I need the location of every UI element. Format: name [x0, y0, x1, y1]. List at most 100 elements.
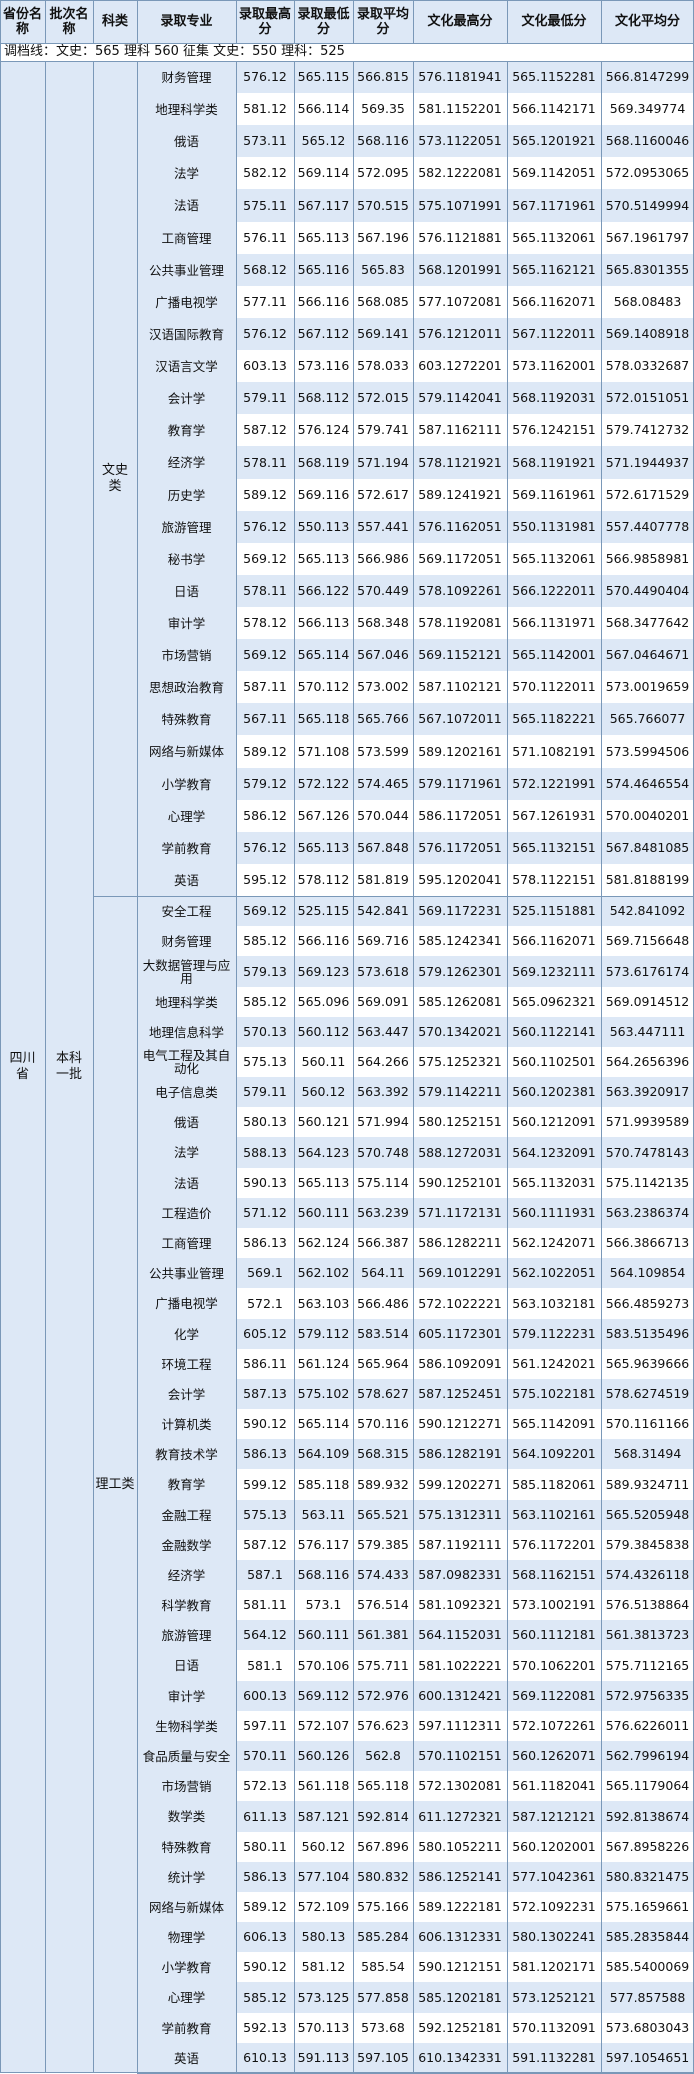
score-cell: 569.1012291 — [413, 1258, 507, 1288]
score-cell: 571.994 — [353, 1107, 413, 1137]
header-col-divider — [235, 0, 237, 43]
score-cell: 563.392 — [353, 1077, 413, 1107]
score-cell: 590.1212151 — [413, 1952, 507, 1982]
major-name-cell: 教育技术学 — [137, 1439, 236, 1469]
score-cell: 525.115 — [294, 896, 353, 926]
score-cell: 565.1201921 — [507, 125, 601, 157]
major-name-cell: 电子信息类 — [137, 1077, 236, 1107]
score-cell: 560.11 — [294, 1047, 353, 1077]
score-cell: 570.044 — [353, 800, 413, 832]
score-cell: 569.0914512 — [601, 987, 694, 1017]
header-col-divider — [352, 0, 354, 43]
score-cell: 579.1122231 — [507, 1319, 601, 1349]
score-cell: 569.1122081 — [507, 1681, 601, 1711]
score-cell: 578.1092261 — [413, 575, 507, 607]
score-cell: 592.13 — [236, 2013, 294, 2043]
score-cell: 570.5149994 — [601, 189, 694, 222]
score-cell: 542.841092 — [601, 896, 694, 926]
score-cell: 557.4407778 — [601, 511, 694, 543]
score-cell: 567.117 — [294, 189, 353, 222]
score-cell: 576.11 — [236, 222, 294, 254]
score-cell: 565.0962321 — [507, 987, 601, 1017]
major-name-cell: 广播电视学 — [137, 286, 236, 318]
score-cell: 578.12 — [236, 607, 294, 639]
col-divider — [352, 61, 354, 2073]
score-cell: 572.122 — [294, 768, 353, 800]
major-name-cell: 科学教育 — [137, 1590, 236, 1620]
score-cell: 563.3920917 — [601, 1077, 694, 1107]
score-cell: 570.748 — [353, 1137, 413, 1168]
score-cell: 581.819 — [353, 864, 413, 896]
score-cell: 560.112 — [294, 1017, 353, 1047]
score-cell: 566.116 — [294, 286, 353, 318]
column-header: 文化最高分 — [413, 0, 507, 43]
score-cell: 568.116 — [353, 125, 413, 157]
score-cell: 569.091 — [353, 987, 413, 1017]
score-cell: 573.6803043 — [601, 2013, 694, 2043]
score-cell: 573.11 — [236, 125, 294, 157]
score-cell: 569.116 — [294, 479, 353, 511]
major-name-cell: 历史学 — [137, 479, 236, 511]
score-cell: 576.12 — [236, 61, 294, 93]
score-cell: 587.1 — [236, 1560, 294, 1590]
score-cell: 576.12 — [236, 832, 294, 864]
major-name-cell: 心理学 — [137, 800, 236, 832]
score-cell: 565.1132031 — [507, 1168, 601, 1198]
score-cell: 589.1241921 — [413, 479, 507, 511]
major-name-cell: 法语 — [137, 1168, 236, 1198]
score-cell: 581.1202171 — [507, 1952, 601, 1982]
score-cell: 577.857588 — [601, 1982, 694, 2013]
score-cell: 572.107 — [294, 1711, 353, 1741]
col-divider — [600, 61, 602, 2073]
score-cell: 567.0464671 — [601, 639, 694, 671]
score-cell: 575.166 — [353, 1892, 413, 1922]
score-cell: 577.1042361 — [507, 1862, 601, 1892]
major-name-cell: 工商管理 — [137, 222, 236, 254]
score-cell: 585.1182061 — [507, 1469, 601, 1500]
admission-score-table: 省份名称 批次名称 科类 录取专业 录取最高分 录取最低分 录取平均分 文化最高分 文化最低分文… — [0, 0, 694, 2074]
score-cell: 597.105 — [353, 2043, 413, 2073]
score-cell: 586.13 — [236, 1228, 294, 1258]
score-cell: 576.1121881 — [413, 222, 507, 254]
score-cell: 585.12 — [236, 1982, 294, 2013]
score-cell: 568.1201991 — [413, 254, 507, 286]
header-col-divider — [136, 0, 138, 43]
score-cell: 575.114 — [353, 1168, 413, 1198]
score-cell: 588.1272031 — [413, 1137, 507, 1168]
score-cell: 592.8138674 — [601, 1801, 694, 1832]
score-cell: 572.1302081 — [413, 1771, 507, 1801]
score-cell: 591.113 — [294, 2043, 353, 2073]
header-divider — [0, 42, 694, 44]
score-cell: 569.123 — [294, 956, 353, 987]
score-cell: 560.1212091 — [507, 1107, 601, 1137]
col-divider — [235, 61, 237, 2073]
score-cell: 577.1072081 — [413, 286, 507, 318]
score-cell: 572.617 — [353, 479, 413, 511]
score-cell: 562.7996194 — [601, 1741, 694, 1771]
major-name-cell: 小学教育 — [137, 1952, 236, 1982]
score-cell: 569.1232111 — [507, 956, 601, 987]
note-divider — [0, 60, 694, 62]
score-cell: 567.8481085 — [601, 832, 694, 864]
score-cell: 571.108 — [294, 735, 353, 768]
score-cell: 586.1282191 — [413, 1439, 507, 1469]
score-cell: 585.1242341 — [413, 926, 507, 956]
score-cell: 590.12 — [236, 1952, 294, 1982]
score-cell: 574.433 — [353, 1560, 413, 1590]
score-cell: 586.12 — [236, 800, 294, 832]
score-cell: 570.106 — [294, 1650, 353, 1681]
score-cell: 568.315 — [353, 1439, 413, 1469]
score-cell: 563.1102161 — [507, 1500, 601, 1530]
column-header: 批次名称 — [45, 0, 93, 43]
batch-cell: 本科一批 — [45, 61, 93, 2073]
score-cell: 580.1252151 — [413, 1107, 507, 1137]
score-cell: 573.618 — [353, 956, 413, 987]
score-cell: 581.11 — [236, 1590, 294, 1620]
score-cell: 585.1262081 — [413, 987, 507, 1017]
score-cell: 570.112 — [294, 671, 353, 703]
score-cell: 573.1002191 — [507, 1590, 601, 1620]
col-divider — [506, 61, 508, 2073]
score-cell: 567.896 — [353, 1832, 413, 1862]
score-cell: 579.13 — [236, 956, 294, 987]
score-cell: 578.11 — [236, 446, 294, 479]
